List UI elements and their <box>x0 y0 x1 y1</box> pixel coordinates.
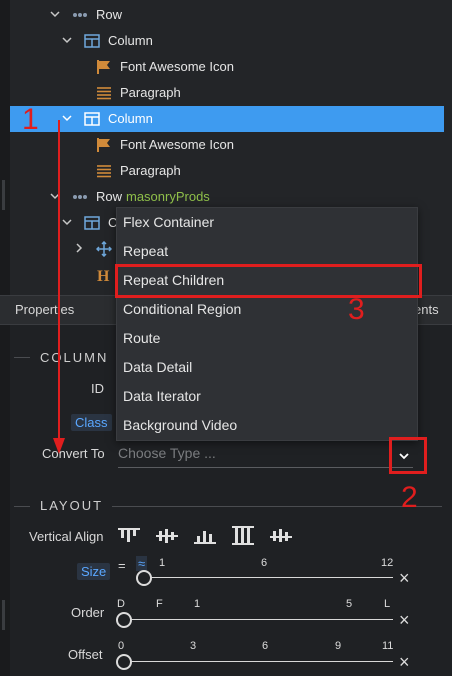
convert-type-dropdown: Flex Container Repeat Repeat Children Co… <box>116 207 418 441</box>
tree-row-paragraph[interactable]: Paragraph <box>0 80 452 106</box>
offset-label: Offset <box>68 647 103 662</box>
order-tick: 1 <box>194 598 201 610</box>
order-tick: L <box>384 598 391 610</box>
tree-row-label: Paragraph <box>120 163 181 178</box>
offset-tick: 11 <box>382 640 394 652</box>
dropdown-option-flex-container[interactable]: Flex Container <box>123 214 214 230</box>
annotation-step-3: 3 <box>348 293 365 326</box>
section-divider <box>14 357 30 358</box>
size-tick: 1 <box>159 557 166 569</box>
section-divider <box>112 506 442 507</box>
svg-text:H: H <box>97 268 110 283</box>
offset-tick: 6 <box>262 640 269 652</box>
edge-marker <box>2 600 5 630</box>
chevron-down-icon[interactable] <box>50 9 60 19</box>
tree-row-font-awesome-icon[interactable]: Font Awesome Icon <box>0 54 452 80</box>
order-tick: F <box>156 598 163 610</box>
align-stretch-icon[interactable] <box>232 526 254 545</box>
tree-row-font-awesome-icon[interactable]: Font Awesome Icon <box>0 132 452 158</box>
chevron-down-icon[interactable] <box>62 35 72 45</box>
flag-icon <box>97 138 110 152</box>
tree-row-label: Font Awesome Icon <box>120 137 234 152</box>
row-icon <box>73 13 87 17</box>
class-label[interactable]: Class <box>71 414 112 431</box>
vertical-align-label: Vertical Align <box>29 529 104 544</box>
offset-slider-thumb[interactable] <box>116 654 132 670</box>
column-icon <box>84 34 100 48</box>
size-clear-button[interactable]: × <box>399 569 410 587</box>
tree-row-label: Paragraph <box>120 85 181 100</box>
tree-row-column[interactable]: Column <box>0 28 452 54</box>
annotation-highlight-repeat-children <box>115 264 422 298</box>
order-clear-button[interactable]: × <box>399 611 410 629</box>
order-slider-thumb[interactable] <box>116 612 132 628</box>
size-slider-track[interactable] <box>140 577 393 578</box>
offset-tick: 0 <box>118 640 125 652</box>
annotation-step-2: 2 <box>401 481 418 514</box>
offset-slider-track[interactable] <box>128 661 393 662</box>
row-icon <box>73 195 87 199</box>
size-label[interactable]: Size <box>77 563 111 580</box>
tree-row-label: Column <box>108 111 153 126</box>
align-top-icon[interactable] <box>118 528 140 544</box>
order-slider-track[interactable] <box>128 619 393 620</box>
tree-row-label: Row <box>96 189 123 204</box>
align-baseline-icon[interactable] <box>270 528 292 544</box>
tree-row-label: Row <box>96 7 123 22</box>
align-bottom-icon[interactable] <box>194 528 216 544</box>
dropdown-option-data-detail[interactable]: Data Detail <box>123 359 192 375</box>
size-tick: 12 <box>381 557 394 569</box>
offset-tick: 9 <box>335 640 342 652</box>
order-label: Order <box>71 605 105 620</box>
id-label: ID <box>91 381 104 396</box>
annotation-highlight-dropdown-toggle <box>389 437 427 474</box>
column-icon <box>84 112 100 126</box>
paragraph-icon <box>97 87 111 100</box>
annotation-step-1: 1 <box>22 103 39 136</box>
convert-to-select[interactable]: Choose Type ... <box>118 445 413 468</box>
move-icon <box>96 241 112 257</box>
flag-icon <box>97 60 110 74</box>
offset-tick: 3 <box>190 640 197 652</box>
align-middle-icon[interactable] <box>156 528 178 544</box>
tree-row-id-label: masonryProds <box>126 189 210 204</box>
size-slider-thumb[interactable] <box>136 570 152 586</box>
layout-section-title: LAYOUT <box>40 498 104 513</box>
tree-row-column-selected[interactable]: Column <box>10 106 444 132</box>
heading-icon: H <box>97 268 110 283</box>
offset-clear-button[interactable]: × <box>399 653 410 671</box>
tree-row-paragraph[interactable]: Paragraph <box>0 158 452 184</box>
paragraph-icon <box>97 165 111 178</box>
column-section-title: COLUMN <box>40 350 109 365</box>
tree-row-label: Font Awesome Icon <box>120 59 234 74</box>
tree-row-label: Column <box>108 33 153 48</box>
section-divider <box>14 506 30 507</box>
dropdown-option-repeat[interactable]: Repeat <box>123 243 168 259</box>
dropdown-option-route[interactable]: Route <box>123 330 160 346</box>
size-auto-toggle[interactable]: ≈ <box>136 556 148 571</box>
column-icon <box>84 216 100 230</box>
tree-row-row[interactable]: Row <box>0 2 452 28</box>
size-tick: 6 <box>261 557 268 569</box>
convert-to-placeholder: Choose Type ... <box>118 445 216 461</box>
annotation-arrow <box>53 120 65 454</box>
order-tick: 5 <box>346 598 353 610</box>
dropdown-option-conditional-region[interactable]: Conditional Region <box>123 301 241 317</box>
size-equal-toggle[interactable]: = <box>118 558 126 573</box>
order-tick: D <box>117 598 125 610</box>
dropdown-option-background-video[interactable]: Background Video <box>123 417 237 433</box>
chevron-right-icon[interactable] <box>74 243 84 253</box>
dropdown-option-data-iterator[interactable]: Data Iterator <box>123 388 201 404</box>
